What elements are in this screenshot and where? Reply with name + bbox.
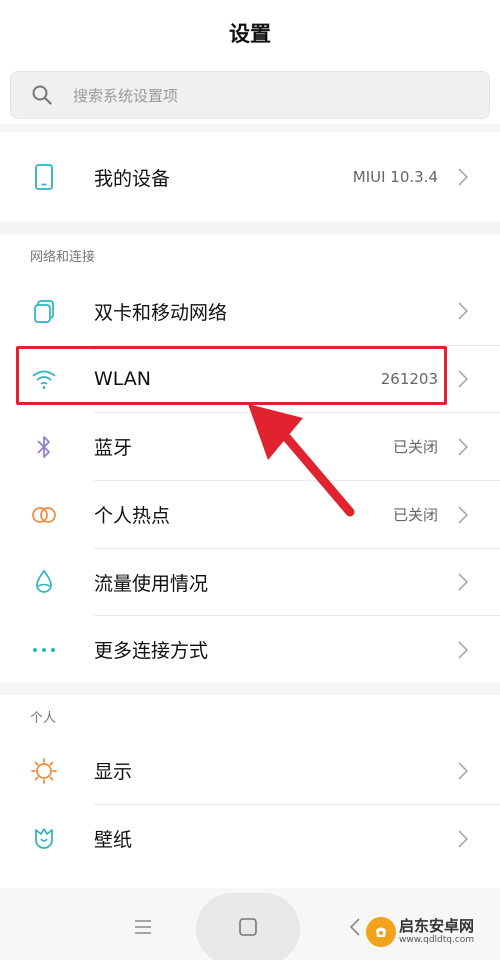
wallpaper-label: 壁纸 [94,829,133,851]
page-title: 设置 [229,22,271,46]
bluetooth-row[interactable]: 蓝牙 已关闭 [0,413,500,480]
chevron-right-icon [458,370,469,388]
data-usage-row[interactable]: 流量使用情况 [0,549,500,615]
data-usage-icon [30,568,58,596]
wlan-row[interactable]: WLAN 261203 [0,346,500,412]
hotspot-row[interactable]: 个人热点 已关闭 [0,481,500,548]
bluetooth-icon [30,433,58,461]
phone-icon [30,163,58,191]
wallpaper-icon [30,825,58,853]
back-icon[interactable] [344,914,366,940]
chevron-right-icon [458,302,469,320]
hotspot-icon [30,501,58,529]
chevron-right-icon [458,505,469,524]
display-label: 显示 [94,761,133,783]
search-placeholder: 搜索系统设置项 [73,86,179,105]
search-icon [32,85,52,105]
spacer [0,683,500,695]
search-bar[interactable]: 搜索系统设置项 [10,71,490,119]
display-row[interactable]: 显示 [0,737,500,804]
watermark-url: www.qdldtq.com [399,935,475,945]
display-icon [30,757,58,785]
hotspot-status: 已关闭 [392,506,438,524]
home-icon[interactable] [235,914,261,940]
spacer [0,124,500,132]
more-connections-row[interactable]: 更多连接方式 [0,616,500,683]
watermark: 启东安卓网 www.qdldtq.com [366,907,498,957]
wlan-network-name: 261203 [380,370,438,388]
bluetooth-status: 已关闭 [392,438,438,456]
chevron-right-icon [458,437,469,456]
chevron-right-icon [458,573,469,591]
chevron-right-icon [458,761,469,780]
my-device-row[interactable]: 我的设备 MIUI 10.3.4 [0,132,500,222]
wallpaper-row[interactable]: 壁纸 [0,805,500,872]
sidebar-item-dual-sim[interactable]: 双卡和移动网络 [0,277,500,345]
chevron-right-icon [458,640,469,659]
watermark-name: 启东安卓网 [399,917,475,935]
miui-version: MIUI 10.3.4 [352,168,438,186]
section-header-personal: 个人 [30,711,57,726]
bluetooth-label: 蓝牙 [94,437,133,459]
wlan-label: WLAN [94,368,152,390]
menu-icon[interactable] [130,914,156,940]
spacer [0,222,500,234]
chevron-right-icon [458,829,469,848]
watermark-logo-icon [366,917,396,947]
more-connections-label: 更多连接方式 [94,640,209,662]
chevron-right-icon [458,168,469,186]
dual-sim-label: 双卡和移动网络 [94,301,228,324]
settings-screen: 设置 搜索系统设置项 我的设备 MIUI 10.3.4 网络和连接 双卡和移动网… [0,0,500,960]
hotspot-label: 个人热点 [94,505,171,527]
data-usage-label: 流量使用情况 [94,572,209,595]
wifi-icon [30,365,58,393]
sim-icon [30,297,58,325]
more-icon [30,636,58,664]
section-header-network: 网络和连接 [30,250,96,265]
my-device-label: 我的设备 [94,167,171,190]
